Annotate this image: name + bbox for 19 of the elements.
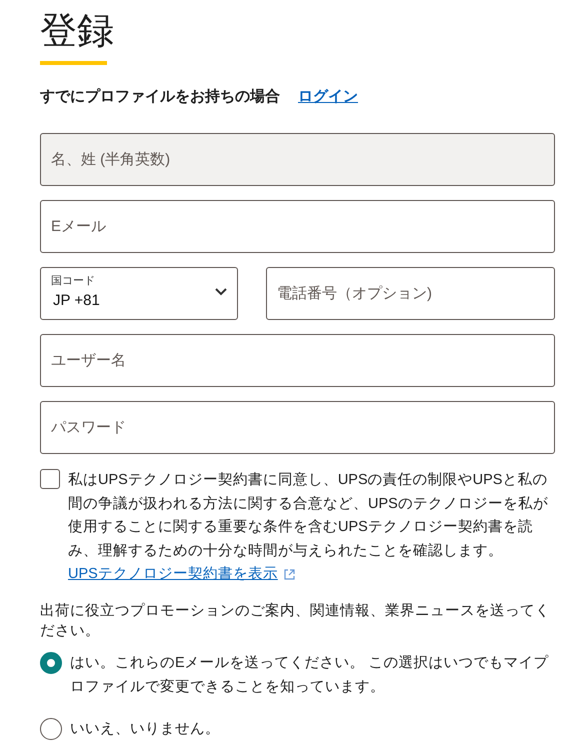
input-field[interactable]: ユーザー名	[40, 334, 555, 387]
phone-field[interactable]: 電話番号（オプション)	[266, 267, 555, 320]
title-underline	[40, 61, 107, 65]
chevron-down-icon	[215, 288, 227, 296]
promo-question: 出荷に役立つプロモーションのご案内、関連情報、業界ニュースを送ってください。	[40, 602, 551, 640]
login-prompt: すでにプロファイルをお持ちの場合	[40, 87, 280, 106]
agreement-link[interactable]: UPSテクノロジー契約書を表示	[68, 563, 278, 586]
radio-label: いいえ、いりません。	[70, 720, 221, 738]
radio-button[interactable]	[40, 652, 62, 674]
radio-label: はい。これらのEメールを送ってください。 この選択はいつでもマイプロファイルで変更できることを知っています。	[70, 654, 550, 696]
input-field[interactable]: Eメール	[40, 200, 555, 253]
radio-button[interactable]	[40, 718, 62, 740]
external-link-icon	[284, 569, 295, 580]
country-code-select[interactable]: 国コード JP +81	[40, 267, 238, 320]
agreement-checkbox[interactable]	[40, 469, 60, 489]
login-link[interactable]: ログイン	[298, 87, 358, 106]
input-field[interactable]: パスワード	[40, 401, 555, 454]
page-title: 登録	[40, 9, 114, 53]
agreement-text: 私はUPSテクノロジー契約書に同意し、UPSの責任の制限やUPSと私の間の争議が扱われる方法に関する合意など、UPSのテクノロジーを私が使用することに関する重要な条件を含むUPSテクノロジー契約書を読み、理解するための十分な時間が与えられたことを確認します。	[68, 471, 549, 560]
